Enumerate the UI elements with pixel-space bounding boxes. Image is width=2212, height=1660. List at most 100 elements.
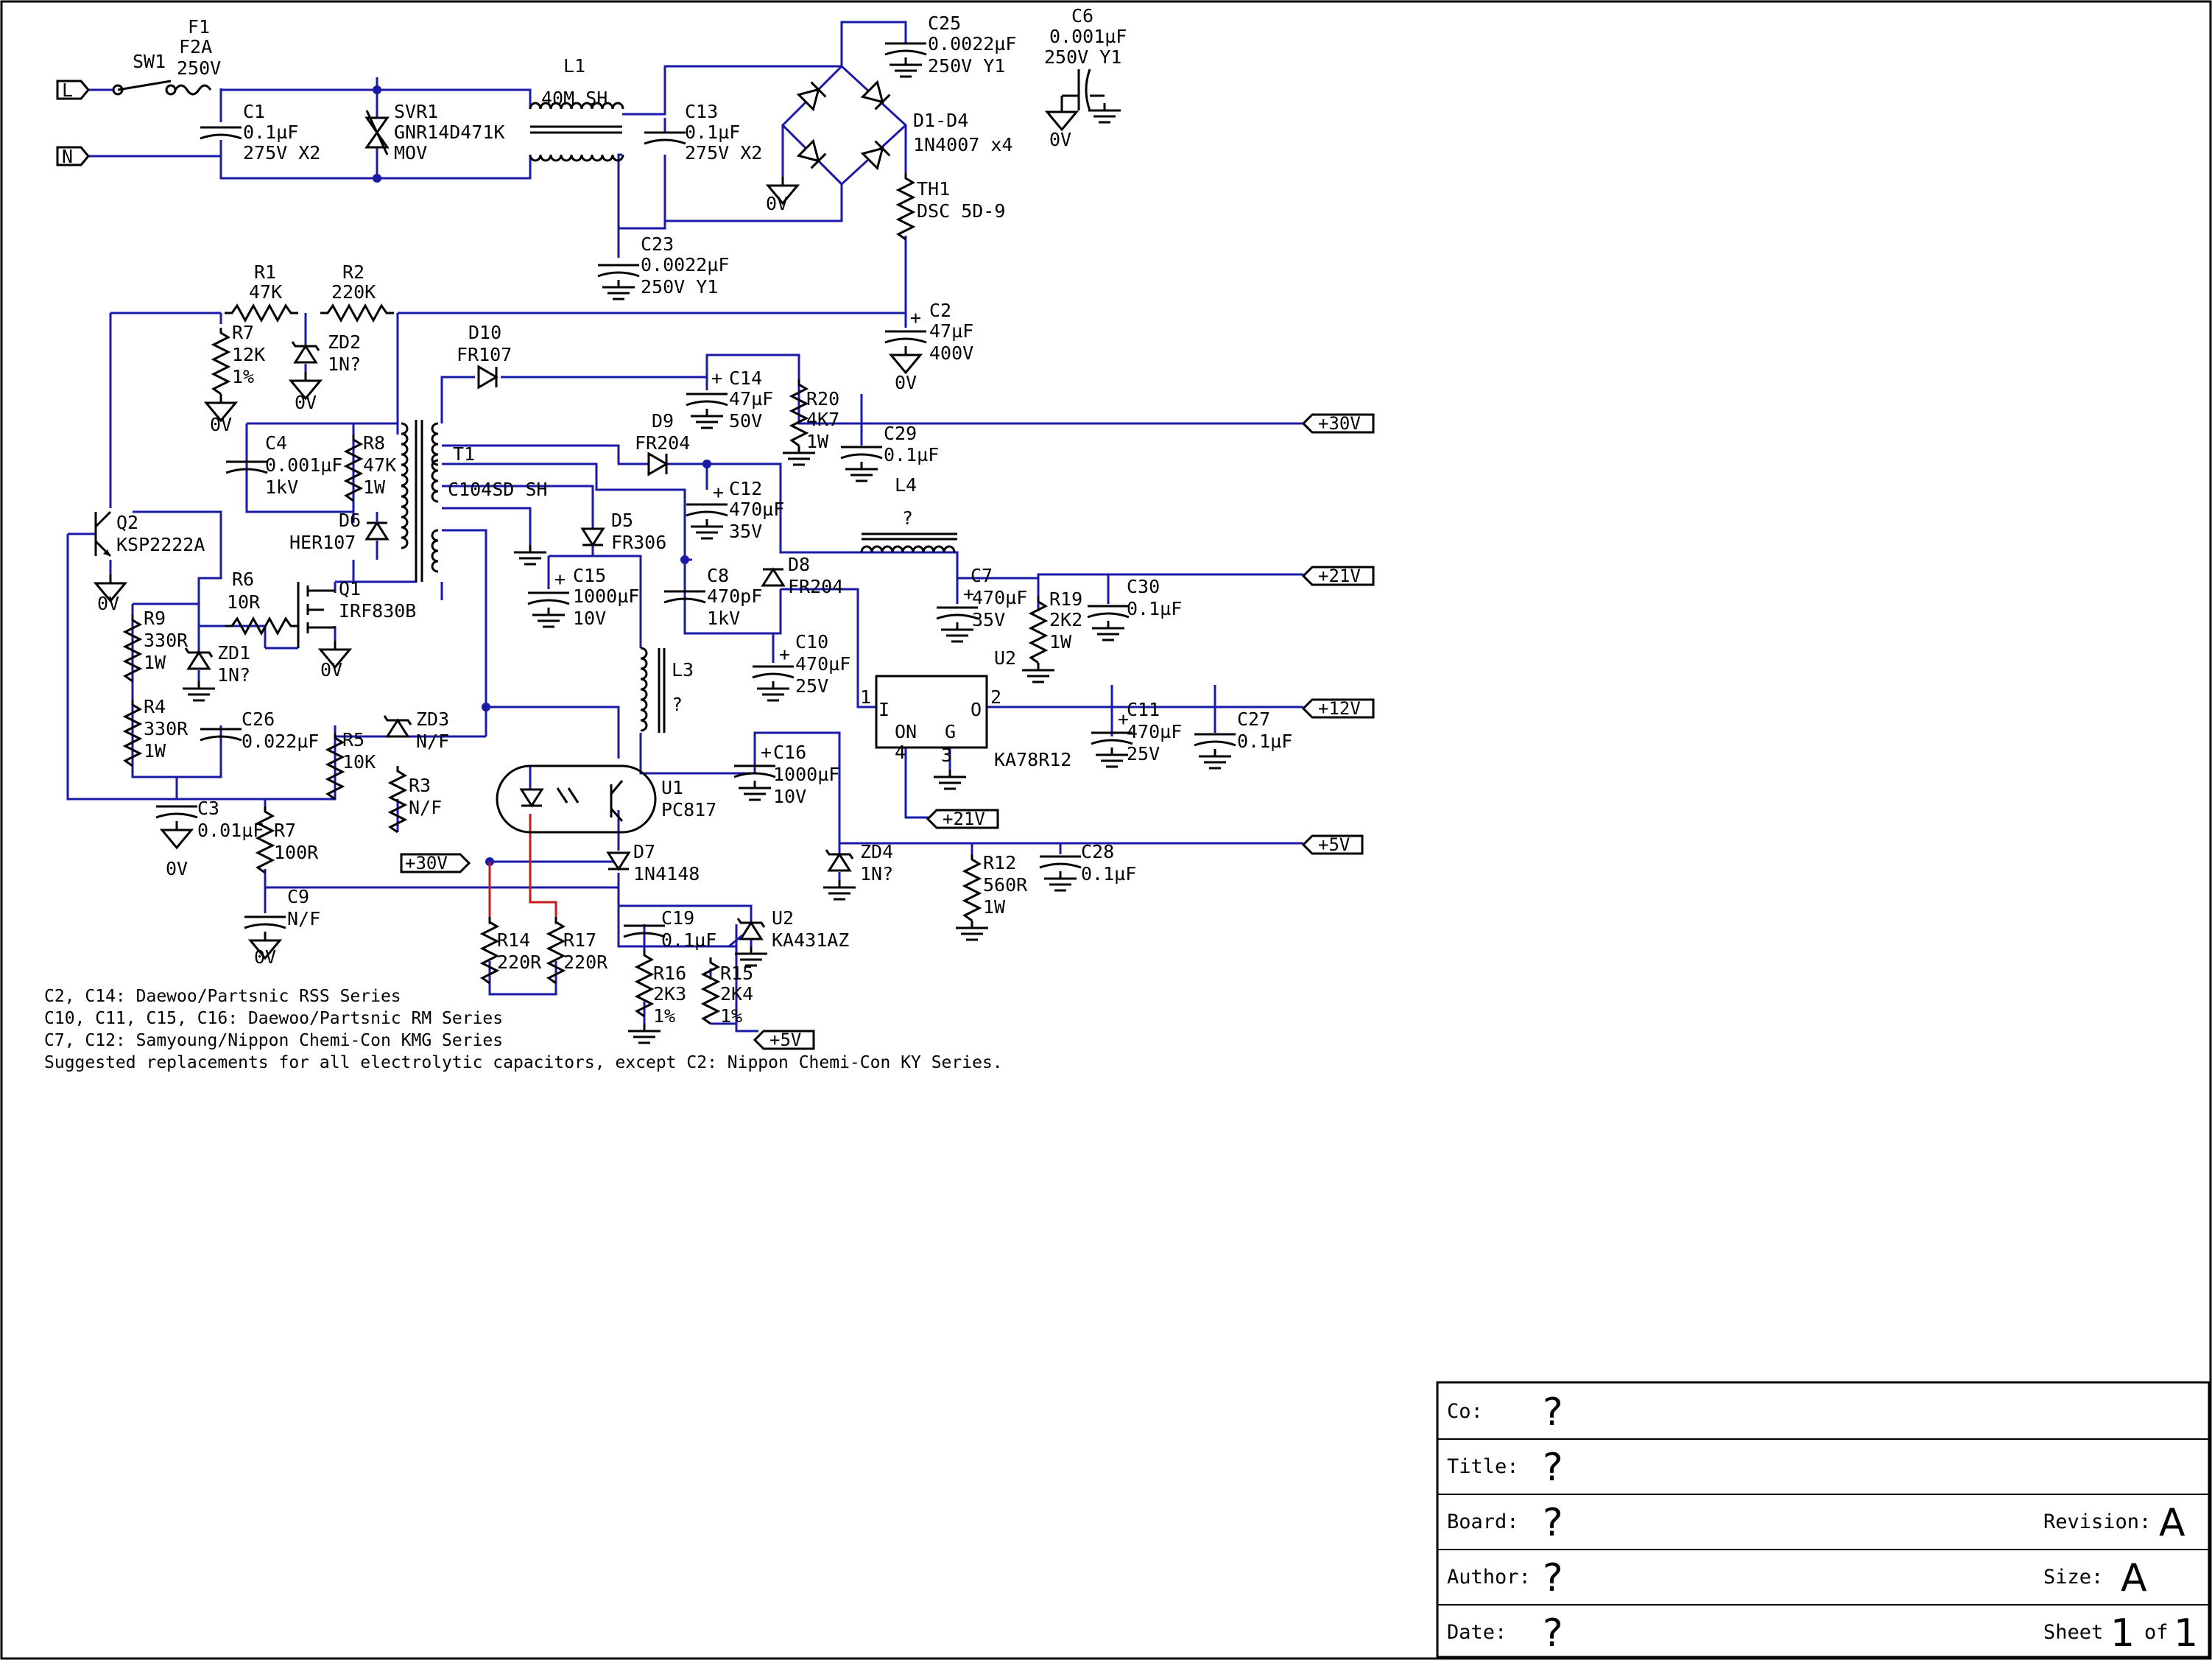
- svg-text:F1: F1: [188, 16, 210, 38]
- co-value: ?: [1543, 1390, 1563, 1435]
- svg-text:Q2: Q2: [116, 512, 138, 533]
- title-value: ?: [1543, 1446, 1563, 1490]
- svg-text:0.001µF: 0.001µF: [1049, 26, 1127, 47]
- svg-text:330R: 330R: [144, 630, 189, 651]
- resistor-r14: R14 220R: [481, 915, 542, 985]
- svg-text:47K: 47K: [363, 454, 396, 476]
- inductor-l4: L4 ?: [860, 474, 957, 553]
- resistor-r7-12k: R7 12K 1% 0V: [205, 322, 265, 435]
- svg-text:R7: R7: [274, 820, 296, 841]
- svg-text:O: O: [971, 699, 982, 720]
- svg-text:4: 4: [895, 742, 906, 763]
- svg-text:C19: C19: [661, 907, 694, 929]
- diode-d7: D7 1N4148: [607, 841, 700, 884]
- resistor-r20: R20 4K7 1W: [781, 378, 839, 466]
- svg-text:1%: 1%: [232, 366, 254, 387]
- svg-text:+30V: +30V: [1318, 413, 1361, 434]
- svg-text:275V X2: 275V X2: [685, 142, 762, 163]
- svg-text:C12: C12: [729, 478, 762, 499]
- svg-text:N/F: N/F: [287, 908, 320, 929]
- svg-text:KSP2222A: KSP2222A: [116, 534, 205, 555]
- zener-zd3: ZD3 N/F: [383, 708, 449, 752]
- svg-text:L3: L3: [672, 659, 694, 680]
- svg-text:1000µF: 1000µF: [573, 585, 639, 607]
- svg-text:C6: C6: [1071, 5, 1093, 27]
- svg-text:C27: C27: [1237, 708, 1270, 730]
- svg-text:1N4007 x4: 1N4007 x4: [913, 134, 1012, 155]
- svg-text:0.0022µF: 0.0022µF: [928, 33, 1016, 54]
- svg-text:ZD2: ZD2: [328, 331, 361, 353]
- capacitor-c9: C9 N/F 0V: [243, 886, 320, 968]
- svg-text:470µF: 470µF: [972, 587, 1027, 608]
- svg-text:C2: C2: [929, 300, 951, 321]
- svg-text:12K: 12K: [232, 344, 265, 365]
- svg-text:PC817: PC817: [661, 799, 716, 820]
- svg-text:+5V: +5V: [1318, 834, 1350, 855]
- svg-text:ZD1: ZD1: [217, 642, 250, 664]
- svg-text:250V Y1: 250V Y1: [641, 276, 718, 298]
- svg-text:R6: R6: [232, 569, 254, 590]
- svg-text:MOV: MOV: [394, 142, 427, 163]
- svg-text:Q1: Q1: [339, 578, 361, 599]
- svg-text:C10, C11, C15, C16: Daewoo/Par: C10, C11, C15, C16: Daewoo/Partsnic RM S…: [44, 1009, 503, 1028]
- svg-text:L4: L4: [895, 474, 917, 496]
- diode-d6: D6 HER107: [289, 510, 389, 560]
- svg-text:D1-D4: D1-D4: [913, 110, 968, 131]
- svg-text:I: I: [878, 699, 890, 720]
- svg-text:D6: D6: [339, 510, 361, 531]
- svg-text:R20: R20: [806, 388, 839, 409]
- date-value: ?: [1543, 1611, 1563, 1656]
- svg-text:220R: 220R: [563, 952, 608, 973]
- svg-text:T1: T1: [453, 443, 475, 465]
- svg-text:+5V: +5V: [769, 1030, 801, 1050]
- svg-text:0.1µF: 0.1µF: [243, 122, 298, 143]
- capacitor-c28: C28 0.1µF: [1038, 841, 1136, 892]
- svg-text:R14: R14: [497, 929, 530, 951]
- svg-text:R12: R12: [983, 852, 1016, 873]
- svg-text:C28: C28: [1081, 841, 1114, 862]
- svg-text:C10: C10: [795, 631, 828, 653]
- svg-text:R2: R2: [342, 261, 364, 283]
- svg-text:0.1µF: 0.1µF: [661, 929, 716, 951]
- inductor-l1: L1 40M SH: [529, 55, 624, 162]
- capacitor-c13: C13 0.1µF 275V X2: [643, 101, 762, 163]
- svg-text:R19: R19: [1049, 588, 1082, 610]
- net-label-5v-feedback: +5V: [753, 1030, 815, 1050]
- capacitor-c15: C15 1000µF 10V: [526, 555, 639, 629]
- net-l-connector: L: [56, 80, 90, 101]
- svg-text:250V Y1: 250V Y1: [1044, 46, 1121, 68]
- size-label: Size:: [2043, 1566, 2103, 1589]
- capacitor-c27: C27 0.1µF: [1193, 707, 1292, 770]
- revision-value: A: [2159, 1501, 2185, 1545]
- transistor-q2: Q2 KSP2222A 0V: [94, 510, 205, 614]
- svg-text:C2, C14: Daewoo/Partsnic RSS S: C2, C14: Daewoo/Partsnic RSS Series: [44, 987, 401, 1006]
- svg-text:0.1µF: 0.1µF: [1237, 731, 1292, 752]
- svg-text:C7: C7: [971, 565, 993, 586]
- capacitor-c19: C19 0.1µF: [622, 907, 716, 951]
- svg-text:0.1µF: 0.1µF: [884, 444, 939, 465]
- svg-text:2: 2: [990, 686, 1001, 708]
- svg-text:1W: 1W: [144, 740, 166, 762]
- svg-text:C9: C9: [287, 886, 309, 907]
- capacitor-c3: C3 0.01µF 0V: [155, 798, 264, 879]
- svg-text:R16: R16: [653, 963, 686, 984]
- svg-text:D8: D8: [788, 554, 810, 575]
- svg-text:1W: 1W: [983, 896, 1006, 918]
- svg-text:FR204: FR204: [635, 432, 690, 454]
- svg-text:3: 3: [941, 745, 952, 766]
- svg-text:L1: L1: [563, 55, 585, 77]
- svg-text:+21V: +21V: [1318, 566, 1361, 586]
- svg-text:C4: C4: [265, 432, 287, 454]
- svg-text:N/F: N/F: [416, 731, 449, 752]
- svg-text:C1: C1: [243, 101, 265, 122]
- capacitor-c1: C1 0.1µF 275V X2: [199, 101, 320, 163]
- board-value: ?: [1543, 1501, 1563, 1545]
- svg-text:R3: R3: [409, 775, 431, 796]
- svg-text:1W: 1W: [363, 476, 386, 498]
- svg-text:C3: C3: [197, 798, 219, 819]
- fuse-f1: F1 F2A 250V: [174, 16, 221, 96]
- svg-text:C15: C15: [573, 565, 606, 586]
- svg-text:C30: C30: [1127, 576, 1160, 597]
- svg-text:0V: 0V: [254, 946, 276, 968]
- svg-text:U2: U2: [772, 907, 794, 929]
